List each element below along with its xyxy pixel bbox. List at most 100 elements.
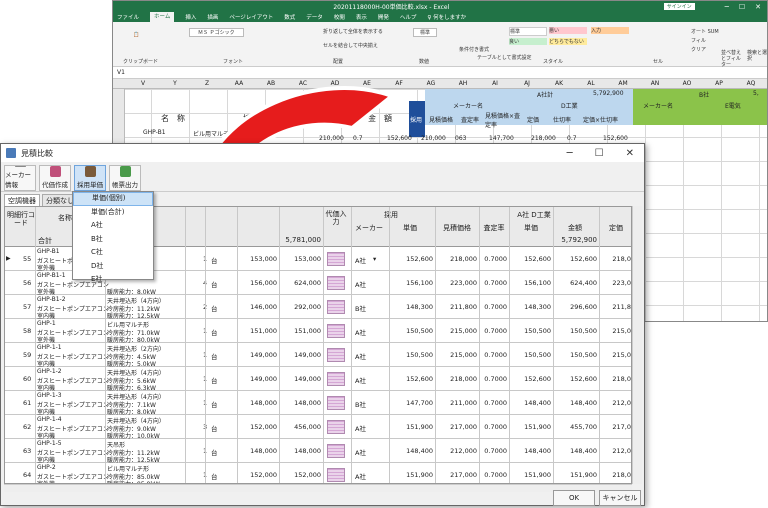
- column-header[interactable]: AH: [447, 80, 479, 87]
- minimize-icon[interactable]: ─: [567, 148, 573, 159]
- clear-button[interactable]: クリア: [691, 46, 706, 53]
- column-header[interactable]: AQ: [735, 80, 767, 87]
- column-header[interactable]: AP: [703, 80, 735, 87]
- column-header[interactable]: AK: [543, 80, 575, 87]
- toolbar-button-1[interactable]: 代価作成: [39, 165, 71, 191]
- paste-button[interactable]: 📋: [133, 32, 139, 38]
- signin-button[interactable]: サインイン: [663, 3, 695, 10]
- proxy-input-icon[interactable]: [327, 444, 345, 458]
- column-header[interactable]: AI: [479, 80, 511, 87]
- column-header[interactable]: AN: [639, 80, 671, 87]
- excel-menu-tab[interactable]: 校閲: [334, 13, 345, 21]
- name-box[interactable]: V1: [117, 69, 125, 76]
- style-good[interactable]: 良い: [509, 38, 547, 45]
- proxy-input-icon[interactable]: [327, 324, 345, 338]
- proxy-input-icon[interactable]: [327, 252, 345, 266]
- column-header[interactable]: AF: [383, 80, 415, 87]
- column-header[interactable]: AM: [607, 80, 639, 87]
- excel-menu-tab[interactable]: 表示: [356, 13, 367, 21]
- wrap-text-button[interactable]: 折り返して全体を表示する: [323, 28, 383, 35]
- merge-center-button[interactable]: セルを結合して中央揃え: [323, 42, 378, 49]
- style-bad[interactable]: 悪い: [549, 27, 587, 34]
- conditional-format-button[interactable]: 条件付き書式: [459, 46, 489, 53]
- column-header[interactable]: AE: [351, 80, 383, 87]
- excel-menu-tab[interactable]: ♀ 何をしますか: [427, 13, 466, 21]
- font-name-select[interactable]: ＭＳ Ｐゴシック: [189, 28, 244, 37]
- menu-item[interactable]: 単価(合計): [73, 206, 153, 220]
- menu-item[interactable]: 単価(個別): [73, 192, 153, 206]
- vertical-scrollbar[interactable]: [632, 206, 642, 484]
- close-icon[interactable]: ✕: [755, 3, 761, 11]
- menu-item[interactable]: B社: [73, 233, 153, 247]
- table-row[interactable]: 57 GHP-B1-2 ガスヒートポンプエアコン 室内機 天井埋込形（4方向） 冷房能力：…: [5, 295, 631, 320]
- menu-item[interactable]: D社: [73, 260, 153, 274]
- minimize-icon[interactable]: ─: [725, 3, 729, 11]
- column-header[interactable]: AG: [415, 80, 447, 87]
- format-table-button[interactable]: テーブルとして書式設定: [477, 54, 532, 61]
- proxy-input-icon[interactable]: [327, 420, 345, 434]
- proxy-input-icon[interactable]: [327, 468, 345, 482]
- style-input[interactable]: 入力: [591, 27, 629, 34]
- maximize-icon[interactable]: ☐: [595, 148, 604, 159]
- row-maker[interactable]: A社: [355, 351, 366, 361]
- style-standard[interactable]: 標準: [509, 27, 547, 36]
- maximize-icon[interactable]: ☐: [739, 3, 745, 11]
- excel-menu-tab[interactable]: 描画: [207, 13, 218, 21]
- row-maker[interactable]: A社: [355, 471, 366, 481]
- proxy-input-icon[interactable]: [327, 372, 345, 386]
- style-neutral[interactable]: どちらでもない: [549, 38, 587, 45]
- column-header[interactable]: V: [127, 80, 159, 87]
- toolbar-button-3[interactable]: 帳票出力: [109, 165, 141, 191]
- proxy-input-icon[interactable]: [327, 396, 345, 410]
- row-maker[interactable]: B社: [355, 303, 366, 313]
- column-header[interactable]: Z: [191, 80, 223, 87]
- horizontal-scrollbar[interactable]: [4, 484, 632, 492]
- row-maker[interactable]: A社: [355, 255, 366, 265]
- row-maker[interactable]: A社: [355, 423, 366, 433]
- column-header[interactable]: AD: [319, 80, 351, 87]
- table-row[interactable]: 60 GHP-1-2 ガスヒートポンプエアコン 室内機 天井埋込形（4方向） 冷房能力：5…: [5, 367, 631, 392]
- close-icon[interactable]: ✕: [626, 148, 634, 159]
- excel-menu-tab[interactable]: 挿入: [185, 13, 196, 21]
- menu-item[interactable]: A社: [73, 219, 153, 233]
- table-row[interactable]: 58 GHP-1 ガスヒートポンプエアコン 室外機 ビル用マルチ形 冷房能力：71.0kW…: [5, 319, 631, 344]
- proxy-input-icon[interactable]: [327, 300, 345, 314]
- cancel-button[interactable]: キャンセル: [599, 490, 641, 506]
- autosum-button[interactable]: オート SUM: [691, 28, 719, 35]
- proxy-input-icon[interactable]: [327, 276, 345, 290]
- column-header[interactable]: AO: [671, 80, 703, 87]
- chevron-down-icon[interactable]: ▾: [373, 255, 376, 263]
- excel-menu-tab[interactable]: ヘルプ: [400, 13, 417, 21]
- proxy-input-icon[interactable]: [327, 348, 345, 362]
- column-header[interactable]: AL: [575, 80, 607, 87]
- table-row[interactable]: 64GHP-2ガスヒートポンプエアコン室外機ビル用マルチ形冷房能力：85.0kW…: [5, 463, 631, 483]
- ok-button[interactable]: OK: [553, 490, 595, 506]
- menu-item[interactable]: C社: [73, 246, 153, 260]
- excel-menu-tab[interactable]: ファイル: [117, 13, 139, 21]
- row-maker[interactable]: A社: [355, 447, 366, 457]
- menu-item[interactable]: E社: [73, 273, 153, 287]
- fill-button[interactable]: フィル: [691, 37, 706, 44]
- table-row[interactable]: 63 GHP-1-5 ガスヒートポンプエアコン 室内機 天吊形 冷房能力：11.2kW 暖房…: [5, 439, 631, 464]
- row-maker[interactable]: A社: [355, 279, 366, 289]
- row-maker[interactable]: A社: [355, 327, 366, 337]
- table-row[interactable]: 61 GHP-1-3 ガスヒートポンプエアコン 室内機 天井埋込形（4方向） 冷房能力：7…: [5, 391, 631, 416]
- table-row[interactable]: 59 GHP-1-1 ガスヒートポンプエアコン 室内機 天井埋込形（2方向） 冷房能力：4…: [5, 343, 631, 368]
- excel-menu-tab[interactable]: 数式: [284, 13, 295, 21]
- table-row[interactable]: 62 GHP-1-4 ガスヒートポンプエアコン 室内機 天井埋込形（4方向） 冷房能力：9…: [5, 415, 631, 440]
- formula-bar[interactable]: V1: [113, 67, 767, 79]
- column-header[interactable]: AC: [287, 80, 319, 87]
- column-header[interactable]: AB: [255, 80, 287, 87]
- toolbar-button-2[interactable]: 採用単価: [74, 165, 106, 191]
- column-header[interactable]: AA: [223, 80, 255, 87]
- column-header[interactable]: AJ: [511, 80, 543, 87]
- excel-menu-tab[interactable]: 開発: [378, 13, 389, 21]
- column-header[interactable]: Y: [159, 80, 191, 87]
- excel-menu-tab[interactable]: ホーム: [150, 12, 175, 22]
- sort-filter-button[interactable]: 並べ替えとフィルター: [721, 50, 745, 68]
- excel-menu-tab[interactable]: ページレイアウト: [229, 13, 273, 21]
- row-maker[interactable]: A社: [355, 375, 366, 385]
- number-format-select[interactable]: 標準: [413, 28, 438, 37]
- row-maker[interactable]: B社: [355, 399, 366, 409]
- excel-menu-tab[interactable]: データ: [306, 13, 323, 21]
